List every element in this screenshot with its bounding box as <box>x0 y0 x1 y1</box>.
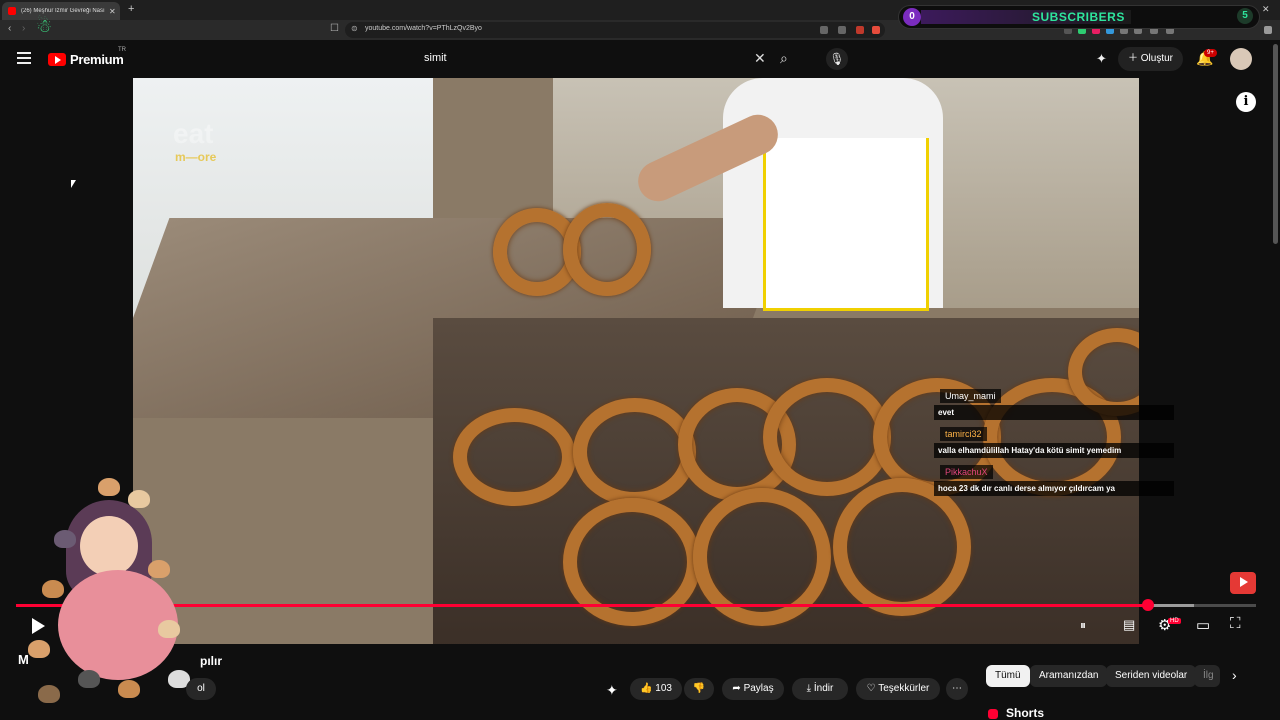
logo-text: Premium <box>70 52 124 67</box>
avatar-face <box>80 516 138 576</box>
more-actions-button[interactable]: ⋯ <box>946 678 968 700</box>
page-scrollbar[interactable] <box>1273 44 1278 244</box>
microphone-icon[interactable]: 🎙 <box>826 48 848 70</box>
hd-badge: HD <box>1168 618 1181 624</box>
shorts-heading: Shorts <box>1006 706 1045 720</box>
browser-menu-icon[interactable] <box>1264 26 1272 34</box>
channel-watermark-subtext: m—ore <box>175 150 217 164</box>
fullscreen-icon[interactable]: ⛶ <box>1230 615 1241 632</box>
video-frame[interactable]: eat m—ore <box>133 78 1139 644</box>
chat-text: hoca 23 dk dır canlı derse almıyor çıldı… <box>934 481 1174 496</box>
chip-from-search[interactable]: Aramanızdan <box>1030 665 1108 687</box>
chip-all[interactable]: Tümü <box>986 665 1030 687</box>
cat-icon <box>78 670 100 688</box>
brave-shield-icon[interactable] <box>856 26 864 34</box>
chip-related[interactable]: İlg <box>1194 665 1220 687</box>
subscriber-goal: 5 <box>1237 8 1253 24</box>
cat-icon <box>128 490 150 508</box>
thanks-button[interactable]: ♡ Teşekkürler <box>856 678 940 700</box>
autoplay-toggle[interactable]: ⏸ <box>1080 618 1086 633</box>
chat-username: tamirci32 <box>940 427 987 441</box>
cat-icon <box>54 530 76 548</box>
url-text: youtube.com/watch?v=PThLzQv2Byo <box>365 25 482 32</box>
video-title-start: M <box>18 652 29 667</box>
video-title-end: pılır <box>200 654 223 668</box>
subscriber-count: 0 <box>903 8 921 26</box>
thanks-label: Teşekkürler <box>878 683 930 694</box>
brave-rewards-icon[interactable] <box>872 26 880 34</box>
simit-ring <box>453 408 576 506</box>
chat-overlay: Umay_mami evet tamirci32 valla elhamdüli… <box>934 386 1174 500</box>
search-box[interactable]: simit ✕ <box>414 48 776 70</box>
subscribers-label: SUBSCRIBERS <box>1032 10 1125 24</box>
clear-search-icon[interactable]: ✕ <box>754 50 766 67</box>
subscriber-goal-widget: 0 SUBSCRIBERS 5 <box>898 5 1260 29</box>
create-label: Oluştur <box>1140 53 1174 64</box>
youtube-premium-logo[interactable]: Premium TR <box>48 47 126 67</box>
subscribe-badge-icon[interactable] <box>1230 572 1256 594</box>
simit-ring <box>763 378 891 496</box>
youtube-favicon-icon <box>8 7 16 15</box>
cast-icon[interactable] <box>820 26 828 34</box>
chat-message: PikkachuX hoca 23 dk dır canlı derse alm… <box>934 462 1174 496</box>
search-input[interactable]: simit <box>424 52 447 64</box>
cat-icon <box>38 685 60 703</box>
subscribe-button[interactable]: ol <box>186 678 216 700</box>
dislike-button[interactable]: 👎 <box>684 678 714 700</box>
chips-next-chevron-icon[interactable]: › <box>1232 667 1237 683</box>
share-button[interactable]: ➦ Paylaş <box>722 678 784 700</box>
url-omnibox[interactable]: ⊜ youtube.com/watch?v=PThLzQv2Byo <box>345 22 885 38</box>
bookmark-icon[interactable]: ☐ <box>330 23 339 34</box>
cat-icon <box>42 580 64 598</box>
like-button[interactable]: 👍 103 <box>630 678 682 700</box>
country-code: TR <box>118 47 126 53</box>
shorts-icon <box>988 709 998 719</box>
robot-extension-icon[interactable]: ☃ <box>36 16 52 37</box>
zoom-icon[interactable] <box>838 26 846 34</box>
search-icon[interactable]: ⌕ <box>780 50 788 67</box>
hamburger-menu-icon[interactable] <box>17 52 31 64</box>
like-count: 103 <box>655 683 672 694</box>
chat-username: PikkachuX <box>940 465 993 479</box>
account-avatar[interactable] <box>1230 48 1252 70</box>
download-label: İndir <box>813 683 834 694</box>
chat-text: valla elhamdülillah Hatay'da kötü simit … <box>934 443 1174 458</box>
create-button[interactable]: ＋ Oluştur <box>1118 47 1184 71</box>
youtube-play-logo-icon <box>48 53 66 66</box>
download-button[interactable]: ⤓ İndir <box>792 678 848 700</box>
info-icon[interactable]: i <box>1236 92 1256 112</box>
theater-mode-icon[interactable]: ▭ <box>1196 616 1210 634</box>
youtube-header: Premium TR simit ✕ ⌕ 🎙 ✦ ＋ Oluştur 🔔 9+ <box>0 40 1280 78</box>
chat-message: Umay_mami evet <box>934 386 1174 420</box>
new-tab-button[interactable]: + <box>128 3 134 15</box>
cat-icon <box>148 560 170 578</box>
video-baker-apron <box>763 138 929 311</box>
cat-icon <box>28 640 50 658</box>
forward-icon[interactable]: › <box>22 23 25 34</box>
subtitles-icon[interactable]: ▤ <box>1123 617 1135 633</box>
channel-watermark-text: eat <box>173 118 214 149</box>
simit-ring <box>563 203 651 296</box>
cat-icon <box>98 478 120 496</box>
cat-icon <box>118 680 140 698</box>
seek-handle[interactable] <box>1142 599 1155 611</box>
chat-message: tamirci32 valla elhamdülillah Hatay'da k… <box>934 424 1174 458</box>
chip-series[interactable]: Seriden videolar <box>1106 665 1197 687</box>
share-label: Paylaş <box>743 683 774 694</box>
browser-tab[interactable]: (26) Meşhur İzmir Gevreği Nasıl ✕ <box>2 2 120 20</box>
premium-gem-icon[interactable]: ✦ <box>1096 51 1107 67</box>
tab-title: (26) Meşhur İzmir Gevreği Nasıl <box>21 8 105 14</box>
chat-text: evet <box>934 405 1174 420</box>
site-info-icon[interactable]: ⊜ <box>351 24 358 33</box>
tab-close-icon[interactable]: ✕ <box>109 7 116 16</box>
cat-icon <box>158 620 180 638</box>
streamer-avatar-overlay <box>18 470 218 715</box>
close-window-button[interactable]: ✕ <box>1262 4 1270 15</box>
premium-gem-icon[interactable]: ✦ <box>606 682 618 699</box>
subscribe-fragment: ol <box>197 683 205 694</box>
notification-badge: 9+ <box>1204 49 1217 57</box>
back-icon[interactable]: ‹ <box>8 23 11 34</box>
mouse-cursor-icon <box>71 180 76 188</box>
chat-username: Umay_mami <box>940 389 1001 403</box>
